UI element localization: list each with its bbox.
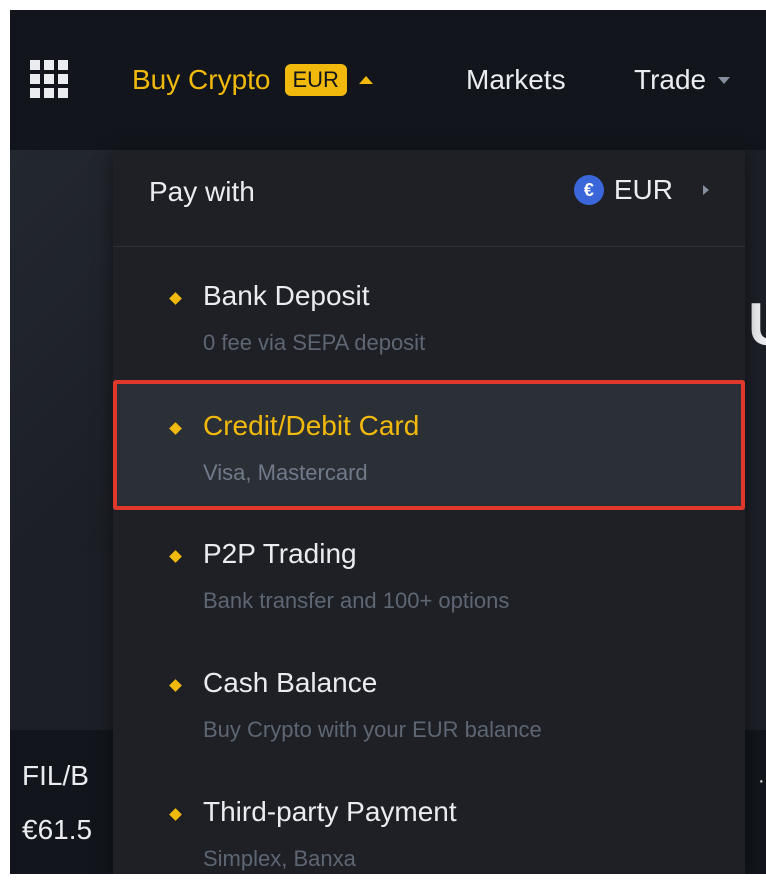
ticker-pair[interactable]: FIL/B (22, 760, 89, 792)
currency-label: EUR (613, 174, 673, 205)
diamond-icon (169, 550, 182, 563)
menu-item-title: Cash Balance (203, 667, 378, 698)
menu-item-title: P2P Trading (203, 538, 357, 569)
diamond-icon (169, 808, 182, 821)
menu-item-title: Third-party Payment (203, 796, 457, 827)
menu-item-subtitle: Visa, Mastercard (203, 460, 368, 485)
screenshot-frame: Buy Crypto EUR Markets Trade U FIL/B €61… (10, 10, 766, 874)
nav-markets[interactable]: Markets (466, 58, 566, 102)
caret-right-icon (703, 185, 709, 195)
menu-item-subtitle: Buy Crypto with your EUR balance (203, 717, 542, 742)
currency-badge: EUR (284, 64, 347, 96)
diamond-icon (169, 422, 182, 435)
menu-item-credit-debit-card[interactable]: Credit/Debit Card Visa, Mastercard (113, 382, 745, 510)
menu-item-subtitle: Simplex, Banxa (203, 846, 356, 871)
caret-down-icon (718, 76, 731, 84)
menu-item-p2p-trading[interactable]: P2P Trading Bank transfer and 100+ optio… (113, 510, 745, 638)
currency-selector[interactable]: € EUR (573, 174, 709, 206)
diamond-icon (169, 292, 182, 305)
pay-with-header: Pay with € EUR (113, 150, 745, 247)
menu-item-subtitle: 0 fee via SEPA deposit (203, 330, 426, 355)
nav-buy-crypto-label: Buy Crypto (132, 64, 271, 95)
menu-item-subtitle: Bank transfer and 100+ options (203, 588, 510, 613)
caret-up-icon (358, 76, 373, 84)
euro-coin-icon: € (573, 175, 604, 205)
hero-heading-fragment: U (748, 290, 766, 359)
nav-buy-crypto[interactable]: Buy Crypto EUR (132, 58, 373, 102)
pay-with-label: Pay with (149, 176, 255, 207)
menu-item-third-party-payment[interactable]: Third-party Payment Simplex, Banxa (113, 768, 745, 874)
menu-item-bank-deposit[interactable]: Bank Deposit 0 fee via SEPA deposit (113, 252, 745, 380)
buy-crypto-dropdown: Pay with € EUR Bank Deposit 0 fee via SE… (113, 150, 745, 874)
menu-item-title: Bank Deposit (203, 280, 370, 311)
ticker-marker: · (758, 770, 765, 792)
menu-item-cash-balance[interactable]: Cash Balance Buy Crypto with your EUR ba… (113, 639, 745, 767)
diamond-icon (169, 679, 182, 692)
menu-item-title: Credit/Debit Card (203, 410, 420, 441)
top-navigation: Buy Crypto EUR Markets Trade (10, 10, 766, 150)
ticker-price: €61.5 (22, 814, 93, 845)
nav-trade[interactable]: Trade (634, 58, 731, 102)
grid-menu-icon[interactable] (30, 60, 68, 98)
nav-trade-label: Trade (634, 64, 707, 95)
nav-markets-label: Markets (466, 64, 566, 95)
